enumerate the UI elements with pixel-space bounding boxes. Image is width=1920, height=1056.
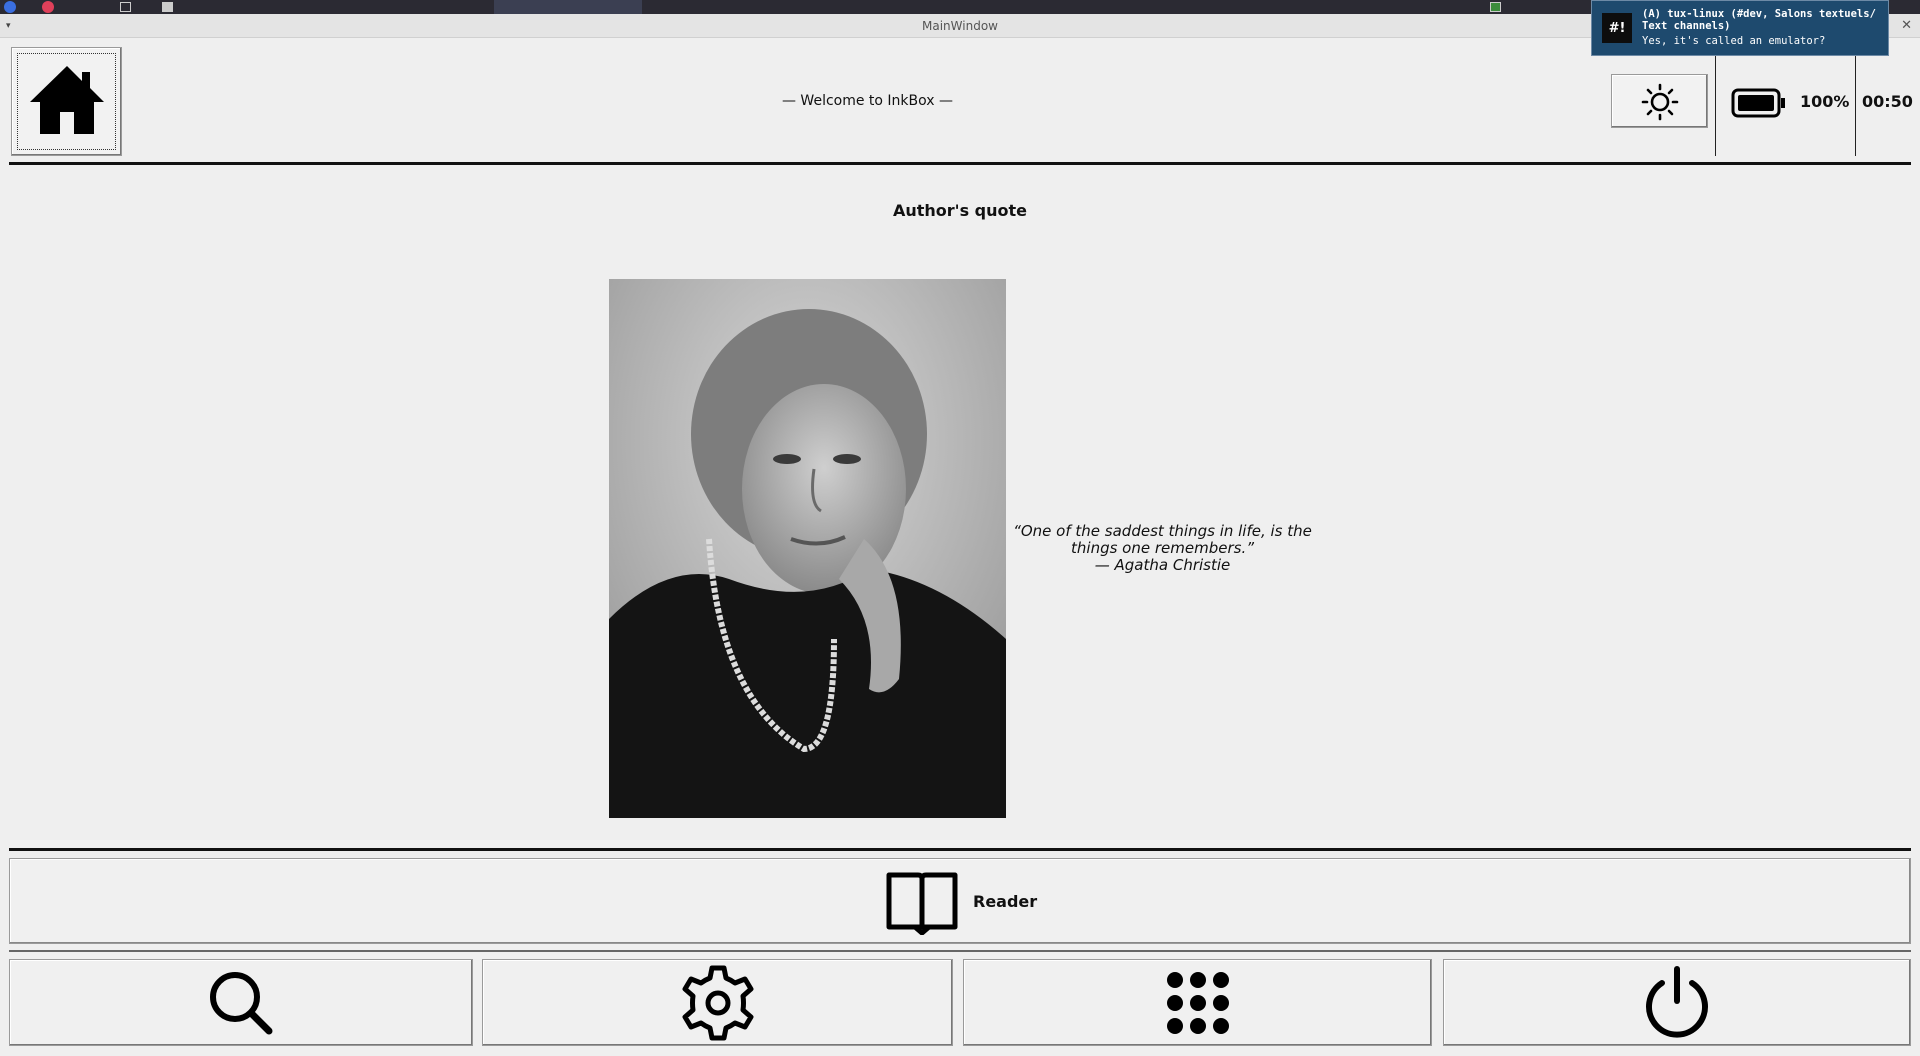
home-button[interactable] (11, 47, 122, 156)
quote-line: “One of the saddest things in life, is t… (1013, 522, 1312, 540)
panel-tray-icon[interactable] (1490, 2, 1501, 12)
close-icon[interactable]: ✕ (1901, 18, 1912, 33)
reader-label: Reader (973, 892, 1038, 911)
apps-grid-icon (1166, 971, 1229, 1034)
settings-button[interactable] (482, 959, 953, 1046)
chat-app-icon: #! (1602, 13, 1632, 43)
header-divider (1855, 55, 1856, 156)
panel-app-icon[interactable] (4, 1, 16, 13)
author-portrait (609, 279, 1006, 818)
bottom-separator (9, 950, 1911, 952)
home-icon (30, 66, 104, 134)
apps-button[interactable] (963, 959, 1432, 1046)
panel-task-active[interactable] (494, 0, 642, 14)
header-divider (1715, 55, 1716, 156)
quote-line: things one remembers.” (1071, 539, 1254, 557)
power-icon (1646, 965, 1708, 1038)
power-button[interactable] (1443, 959, 1911, 1046)
welcome-text: — Welcome to InkBox — (781, 93, 954, 109)
brightness-button[interactable] (1611, 74, 1708, 128)
search-icon (210, 971, 273, 1034)
panel-app-icon[interactable] (162, 2, 173, 12)
panel-app-icon[interactable] (120, 2, 131, 12)
panel-app-icon[interactable] (42, 1, 54, 13)
sun-icon (1641, 83, 1679, 121)
battery-full-icon (1731, 88, 1785, 118)
search-button[interactable] (9, 959, 473, 1046)
clock: 00:50 (1862, 92, 1913, 111)
settings-gear-icon (682, 965, 753, 1040)
content-separator (9, 848, 1911, 851)
author-quote: “One of the saddest things in life, is t… (1005, 523, 1320, 574)
notification-popup[interactable]: #! (A) tux-linux (#dev, Salons textuels/… (1591, 0, 1889, 56)
notification-body: Yes, it's called an emulator? (1642, 35, 1826, 47)
book-icon (886, 872, 958, 935)
notification-title: (A) tux-linux (#dev, Salons textuels/ Te… (1642, 8, 1876, 32)
portrait-image (609, 279, 1006, 818)
header-separator (9, 162, 1911, 165)
section-title: Author's quote (892, 201, 1028, 220)
quote-author: — Agatha Christie (1094, 556, 1231, 574)
battery-level: 100% (1800, 92, 1850, 111)
reader-button[interactable]: Reader (9, 858, 1911, 944)
